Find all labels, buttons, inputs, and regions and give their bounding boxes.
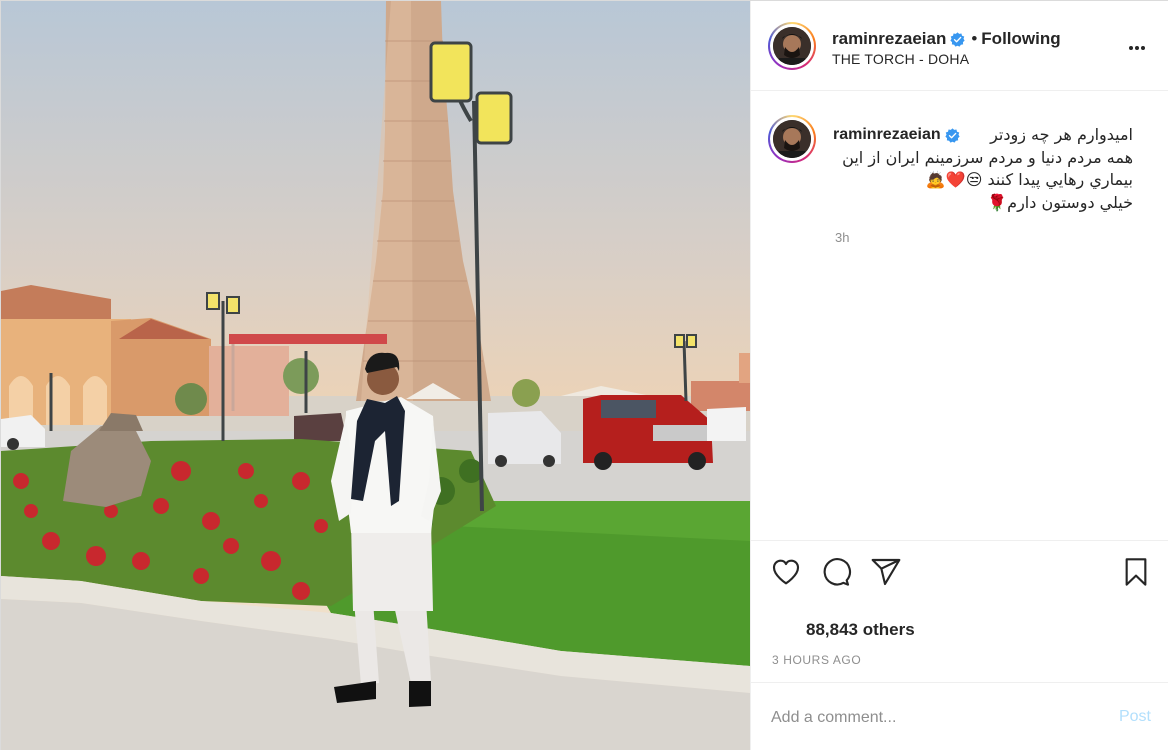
separator-dot: • (971, 29, 978, 48)
header-username[interactable]: raminrezaeian (832, 29, 946, 49)
caption-text: اميدوارم هر چه زودتر همه مردم دنيا و مرد… (833, 124, 1133, 214)
post-photo[interactable] (1, 1, 750, 750)
post-timestamp[interactable]: 3 HOURS AGO (772, 653, 861, 667)
avatar-image (773, 120, 811, 158)
action-bar (751, 540, 1168, 602)
caption-line: اميدوارم هر چه زودتر (990, 125, 1133, 144)
avatar[interactable] (773, 27, 811, 65)
post-header: raminrezaeian • Following THE TORCH - DO… (751, 1, 1168, 91)
comment-bar: Post (751, 682, 1168, 750)
caption-avatar[interactable] (773, 120, 811, 158)
post-comment-button[interactable]: Post (1119, 708, 1151, 726)
photo-illustration (1, 1, 750, 750)
caption-story-ring[interactable] (768, 115, 816, 163)
caption-line: بيماري رهايي پيدا كنند 😒❤️🙇 (925, 170, 1133, 189)
more-icon[interactable] (1129, 37, 1151, 50)
location-link[interactable]: THE TORCH - DOHA (832, 51, 969, 67)
caption-line: همه مردم دنيا و مردم سرزمينم ايران از اي… (842, 147, 1133, 167)
caption-time[interactable]: 3h (835, 230, 849, 245)
post-dialog: raminrezaeian • Following THE TORCH - DO… (0, 0, 1168, 750)
bookmark-icon[interactable] (1120, 556, 1152, 588)
caption-area: raminrezaeian اميدوارم هر چه زودتر همه م… (751, 92, 1168, 540)
header-user-line: raminrezaeian • Following (832, 29, 1061, 49)
story-ring[interactable] (768, 22, 816, 70)
avatar-image (773, 27, 811, 65)
post-side-panel: raminrezaeian • Following THE TORCH - DO… (750, 1, 1168, 750)
share-icon[interactable] (870, 556, 902, 588)
comment-input[interactable] (771, 707, 1091, 729)
verified-icon (950, 31, 965, 47)
following-button[interactable]: Following (981, 29, 1060, 49)
likes-count[interactable]: 88,843 others (806, 620, 915, 640)
comment-icon[interactable] (820, 556, 852, 588)
caption-line: خيلي دوستون دارم🌹 (987, 192, 1133, 212)
heart-icon[interactable] (770, 556, 802, 588)
